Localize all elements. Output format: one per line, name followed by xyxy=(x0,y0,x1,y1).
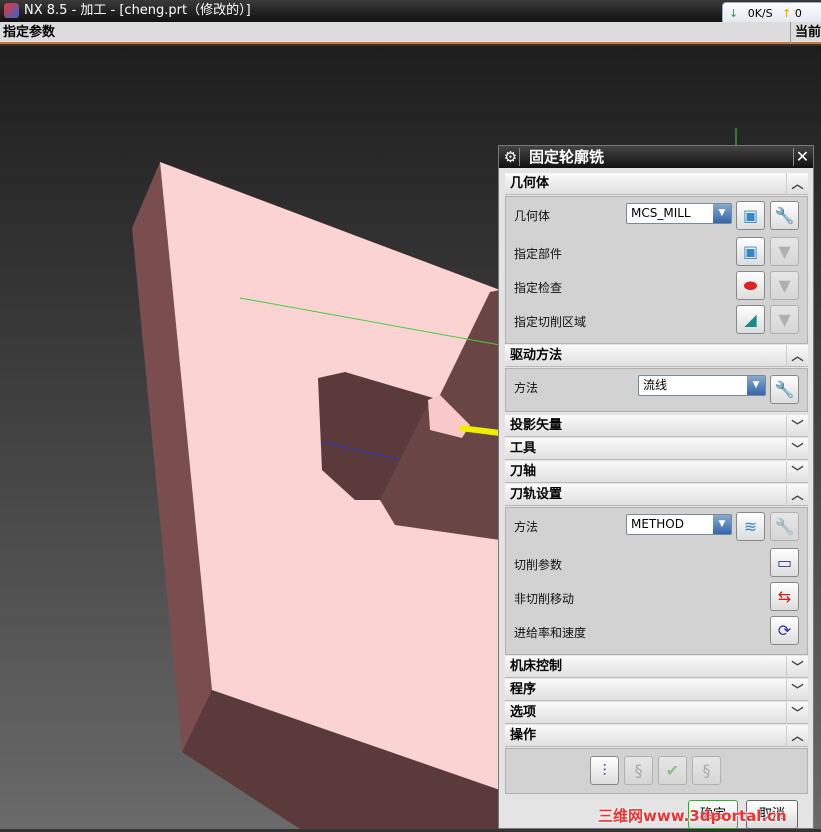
new-geometry-button[interactable]: ▣ xyxy=(736,201,765,230)
edit-wrench-button[interactable]: 🔧 xyxy=(770,375,799,404)
specify-part-label: 指定部件 xyxy=(514,247,563,261)
geometry-select[interactable]: MCS_MILL ▼ xyxy=(626,203,732,224)
watermark: 三维网www.3dportal.cn xyxy=(598,807,787,825)
drive-method-select[interactable]: 流线 ▼ xyxy=(638,375,766,396)
edit-wrench-button[interactable]: 🔧 xyxy=(770,201,799,230)
section-program[interactable]: 程序 ﹀ xyxy=(505,679,808,701)
section-actions[interactable]: 操作 ︿ xyxy=(505,725,808,747)
section-path-settings[interactable]: 刀轨设置 ︿ xyxy=(505,484,808,506)
arrow-up-icon: ↑ xyxy=(782,7,792,20)
specify-cut-area-button[interactable]: ◢ xyxy=(736,305,765,334)
status-prompt: 指定参数 xyxy=(3,25,56,40)
new-method-button[interactable]: ≋ xyxy=(736,512,765,541)
fixed-contour-mill-dialog: ⚙ 固定轮廓铣 ✕ 几何体 ︿ 几何体 MCS_MILL ▼ ▣ 🔧 指定部件 ▣ … xyxy=(498,145,814,829)
status-current: 当前 xyxy=(789,22,821,44)
specify-check-label: 指定检查 xyxy=(514,281,563,295)
section-title: 机床控制 xyxy=(510,659,563,674)
close-icon[interactable]: ✕ xyxy=(793,148,811,166)
chevron-up-icon[interactable]: ︿ xyxy=(786,484,808,506)
display-flashlight-button[interactable]: ▼ xyxy=(770,237,799,266)
section-options[interactable]: 选项 ﹀ xyxy=(505,702,808,724)
section-title: 程序 xyxy=(510,682,537,697)
upload-speed: 0 xyxy=(794,7,802,20)
drive-method-label: 方法 xyxy=(514,381,539,395)
verify-button[interactable]: ✔ xyxy=(658,756,687,785)
chevron-down-icon[interactable]: ﹀ xyxy=(786,679,808,701)
drive-body: 方法 流线 ▼ 🔧 xyxy=(505,368,808,412)
dropdown-arrow-icon[interactable]: ▼ xyxy=(747,376,765,395)
feeds-speeds-label: 进给率和速度 xyxy=(514,626,587,640)
dialog-titlebar[interactable]: ⚙ 固定轮廓铣 ✕ xyxy=(499,146,813,168)
display-flashlight-button[interactable]: ▼ xyxy=(770,305,799,334)
cut-params-label: 切削参数 xyxy=(514,558,563,572)
path-method-label: 方法 xyxy=(514,520,539,534)
section-projection-vector[interactable]: 投影矢量 ﹀ xyxy=(505,415,808,437)
section-title: 驱动方法 xyxy=(510,348,563,363)
section-title: 操作 xyxy=(510,728,537,743)
cut-params-button[interactable]: ▭ xyxy=(770,548,799,577)
specify-cut-area-label: 指定切削区域 xyxy=(514,315,587,329)
section-title: 刀轴 xyxy=(510,464,537,479)
generate-toolpath-button[interactable]: ⫶ xyxy=(590,756,619,785)
status-bar: 指定参数 当前 xyxy=(0,22,821,44)
gear-icon[interactable]: ⚙ xyxy=(502,148,520,166)
dialog-title: 固定轮廓铣 xyxy=(529,148,605,166)
chevron-down-icon[interactable]: ﹀ xyxy=(786,415,808,437)
geometry-value: MCS_MILL xyxy=(631,206,691,220)
chevron-up-icon[interactable]: ︿ xyxy=(786,173,808,195)
download-speed: 0K/S xyxy=(747,7,773,20)
chevron-down-icon[interactable]: ﹀ xyxy=(786,702,808,724)
geometry-body: 几何体 MCS_MILL ▼ ▣ 🔧 指定部件 ▣ ▼ 指定检查 ⬬ ▼ 指定切削… xyxy=(505,196,808,344)
replay-button[interactable]: § xyxy=(624,756,653,785)
drive-method-value: 流线 xyxy=(643,378,668,392)
section-geometry[interactable]: 几何体 ︿ xyxy=(505,173,808,195)
section-drive-method[interactable]: 驱动方法 ︿ xyxy=(505,345,808,367)
chevron-down-icon[interactable]: ﹀ xyxy=(786,438,808,460)
feeds-speeds-button[interactable]: ⟳ xyxy=(770,616,799,645)
chevron-down-icon[interactable]: ﹀ xyxy=(786,461,808,483)
nx-logo-icon xyxy=(4,3,19,18)
specify-check-button[interactable]: ⬬ xyxy=(736,271,765,300)
edit-wrench-button[interactable]: 🔧 xyxy=(770,512,799,541)
arrow-down-icon: ↓ xyxy=(729,7,739,20)
section-tool[interactable]: 工具 ﹀ xyxy=(505,438,808,460)
window-titlebar: NX 8.5 - 加工 - [cheng.prt（修改的）] xyxy=(0,0,821,22)
section-tool-axis[interactable]: 刀轴 ﹀ xyxy=(505,461,808,483)
actions-body: ⫶ § ✔ § xyxy=(505,748,808,794)
section-title: 选项 xyxy=(510,705,537,720)
list-button[interactable]: § xyxy=(692,756,721,785)
specify-part-button[interactable]: ▣ xyxy=(736,237,765,266)
section-title: 几何体 xyxy=(510,176,550,191)
chevron-up-icon[interactable]: ︿ xyxy=(786,725,808,747)
display-flashlight-button[interactable]: ▼ xyxy=(770,271,799,300)
window-title: NX 8.5 - 加工 - [cheng.prt（修改的）] xyxy=(24,3,251,18)
chevron-down-icon[interactable]: ﹀ xyxy=(786,656,808,678)
non-cut-moves-button[interactable]: ⇆ xyxy=(770,582,799,611)
section-title: 工具 xyxy=(510,441,537,456)
path-method-value: METHOD xyxy=(631,517,684,531)
section-machine-control[interactable]: 机床控制 ﹀ xyxy=(505,656,808,678)
chevron-up-icon[interactable]: ︿ xyxy=(786,345,808,367)
dropdown-arrow-icon[interactable]: ▼ xyxy=(713,515,731,534)
geometry-label: 几何体 xyxy=(514,209,551,223)
section-title: 刀轨设置 xyxy=(510,487,563,502)
path-method-select[interactable]: METHOD ▼ xyxy=(626,514,732,535)
dropdown-arrow-icon[interactable]: ▼ xyxy=(713,204,731,223)
section-title: 投影矢量 xyxy=(510,418,563,433)
path-settings-body: 方法 METHOD ▼ ≋ 🔧 切削参数 ▭ 非切削移动 ⇆ 进给率和速度 ⟳ xyxy=(505,507,808,655)
non-cut-moves-label: 非切削移动 xyxy=(514,592,575,606)
